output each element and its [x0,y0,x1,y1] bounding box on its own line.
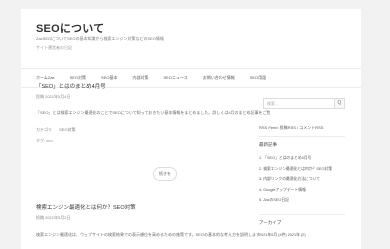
archive-title: アーカイブ [259,220,282,225]
sidebar-divider [259,214,345,215]
post-category[interactable]: タグ: seo [36,138,271,144]
nav-item-seo-basics[interactable]: SEO基本 [101,75,117,81]
post-date: 投稿 2021年5月2日 [36,215,71,220]
nav-item-home[interactable]: ホームZac [36,75,55,81]
recent-posts-list: 1. 「SEO」とはのまとめ4月号 2. 検索エンジン最適化とは何か？SEO対策… [259,156,332,209]
post-title[interactable]: 検索エンジン最適化とは何か？SEO対策 [36,203,260,211]
archive-list: 2021年5月 (4件) 2021年 (2) [259,233,306,244]
sidebar-divider [259,136,345,137]
post-title[interactable]: 「SEO」とはのまとめ4月号 [36,82,271,90]
page-container: SEOについて ZacSEOについてSEOの基本知識から検索エンジン対策などのS… [21,9,361,249]
search-button[interactable]: Q [334,98,345,109]
rss-feed-links[interactable]: RSS Feed: 投稿RSS / コメントRSS [259,125,323,131]
nav-item-seo-terms[interactable]: SEO用語 [250,75,266,81]
recent-post-item[interactable]: 1. 「SEO」とはのまとめ4月号 [259,156,332,167]
nav-item-seo-news[interactable]: SEOニュース [163,75,187,81]
post-tag[interactable]: SEO対策 [59,127,75,132]
post-article: 検索エンジン最適化とは何か？SEO対策 投稿 2021年5月2日 検索エンジン最… [36,203,260,238]
search-input[interactable]: 検索 ... [263,98,335,109]
post-excerpt: 検索エンジン最適化は、ウェブサイトの検索結果での表示順位を高めるための施策です。… [36,232,261,237]
recent-post-item[interactable]: 4. Googleアップデート情報 [259,188,332,199]
post-tags: カテゴリ SEO対策 [36,127,271,133]
recent-post-item[interactable]: 5. ZacのSEO日記 [259,198,332,209]
post-date: 投稿 2021年5月4日 [36,94,71,99]
search-icon: Q [337,100,342,106]
nav-item-internal[interactable]: 内部対策 [132,75,148,81]
post-tag[interactable]: カテゴリ [36,127,52,132]
recent-post-item[interactable]: 2. 検索エンジン最適化とは何か？SEO対策 [259,167,332,178]
recent-post-item[interactable]: 3. 内部リンクの最適化方法について [259,177,332,188]
post-article: 「SEO」とはのまとめ4月号 投稿 2021年5月4日 「SEO」とは検索エンジ… [36,82,271,144]
read-more-button[interactable]: 続きを [153,167,177,181]
nav-item-contact[interactable]: お問い合わせ情報 [203,75,235,81]
site-description: ZacSEOについてSEOの基本知識から検索エンジン対策などのSEO情報 [36,36,164,41]
site-tagline: サイト運営者の日記 [36,45,72,50]
archive-item[interactable]: 2021年5月 (4件) 2021年 (2) [259,233,306,244]
recent-posts-title: 最新記事 [259,142,277,147]
site-title[interactable]: SEOについて [36,20,104,36]
nav-item-seo-measures[interactable]: SEO対策 [70,75,86,81]
post-excerpt: 「SEO」とは検索エンジン最適化のことでSEOについて知っておきたい基本情報をま… [36,110,271,115]
